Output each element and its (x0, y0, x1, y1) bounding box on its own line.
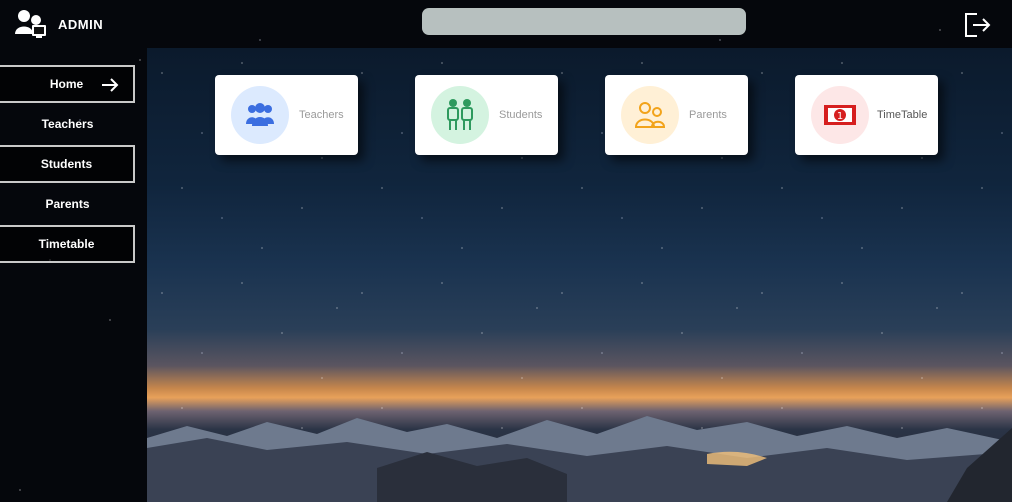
sidebar-item-label: Teachers (41, 117, 94, 131)
card-label: TimeTable (877, 109, 928, 121)
card-label: Students (499, 109, 543, 121)
logout-icon[interactable] (962, 10, 992, 40)
parents-icon (634, 102, 666, 128)
sidebar-item-parents[interactable]: Parents (0, 185, 135, 223)
card-icon-circle (621, 86, 679, 144)
svg-text:1: 1 (837, 111, 843, 122)
sidebar-item-label: Home (49, 77, 84, 91)
sidebar-item-label: Timetable (38, 237, 95, 251)
mountain-landscape-image (147, 416, 1012, 502)
card-timetable[interactable]: 1 TimeTable (795, 75, 938, 155)
card-icon-circle: 1 (811, 86, 869, 144)
teachers-icon (246, 103, 274, 126)
card-label: Parents (689, 109, 727, 121)
sidebar-item-students[interactable]: Students (0, 145, 135, 183)
admin-user-icon (15, 10, 46, 38)
sidebar-item-timetable[interactable]: Timetable (0, 225, 135, 263)
sidebar-item-teachers[interactable]: Teachers (0, 105, 135, 143)
card-icon-circle (231, 86, 289, 144)
main-content: Teachers Students Parents 1 TimeTable (147, 48, 1012, 502)
sidebar-item-label: Parents (45, 197, 90, 211)
sidebar-item-label: Students (40, 157, 93, 171)
students-icon (447, 99, 473, 130)
card-label: Teachers (299, 109, 344, 121)
card-parents[interactable]: Parents (605, 75, 748, 155)
card-icon-circle (431, 86, 489, 144)
sidebar: Home Teachers Students Parents Timetable (0, 48, 147, 502)
sidebar-item-home[interactable]: Home (0, 65, 135, 103)
dashboard-cards: Teachers Students Parents 1 TimeTable (147, 48, 1012, 188)
brand[interactable]: ADMIN (14, 8, 103, 40)
arrow-right-icon (102, 78, 119, 92)
app-title: ADMIN (58, 16, 104, 32)
card-teachers[interactable]: Teachers (215, 75, 358, 155)
sidebar-nav: Home Teachers Students Parents Timetable (0, 65, 135, 265)
timetable-icon: 1 (824, 105, 856, 125)
card-students[interactable]: Students (415, 75, 558, 155)
top-bar: ADMIN (0, 0, 1012, 48)
search-input[interactable] (422, 8, 746, 35)
